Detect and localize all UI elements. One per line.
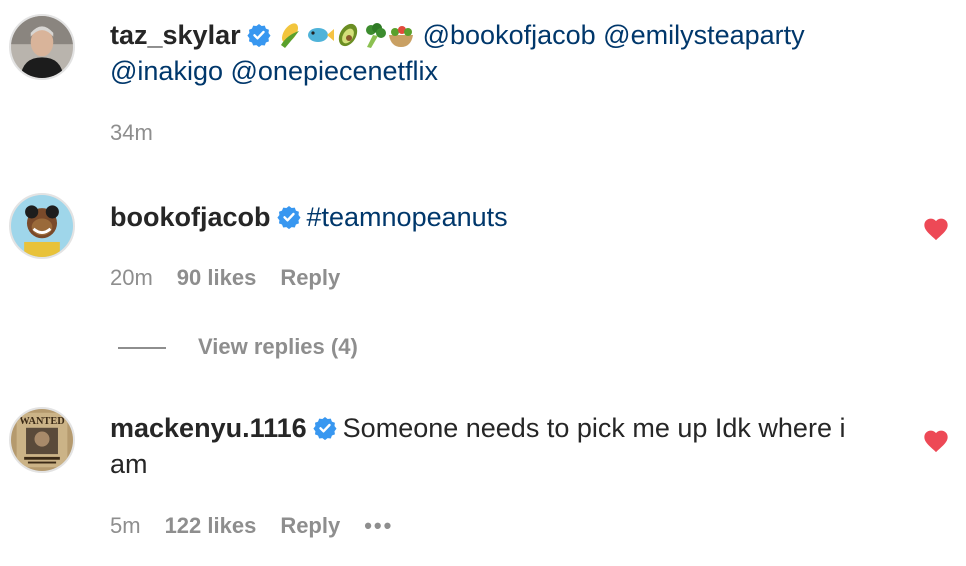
username[interactable]: bookofjacob (110, 202, 271, 232)
avocado-emoji (338, 23, 357, 47)
username[interactable]: mackenyu.1116 (110, 413, 307, 443)
comment-text-continued: am (110, 449, 148, 479)
avatar[interactable] (9, 14, 75, 80)
verified-badge-icon (313, 416, 337, 440)
wanted-text: WANTED (19, 416, 64, 427)
likes-count[interactable]: 122 likes (165, 513, 257, 538)
heart-icon[interactable] (922, 427, 950, 453)
salad-emoji (388, 26, 413, 47)
avatar[interactable]: WANTED (9, 407, 75, 473)
reply-button[interactable]: Reply (280, 513, 340, 538)
mention-link[interactable]: @inakigo (110, 56, 223, 86)
comment-timestamp: 20m (110, 265, 153, 290)
heart-icon[interactable] (922, 215, 950, 241)
hashtag-link[interactable]: #teamnopeanuts (307, 202, 508, 232)
mention-link[interactable]: @bookofjacob (423, 20, 596, 50)
comment-timestamp: 34m (110, 120, 153, 145)
emoji-group (277, 21, 417, 49)
view-replies-button[interactable]: View replies (4) (118, 334, 358, 360)
corn-emoji (280, 23, 299, 48)
fish-emoji (307, 28, 334, 42)
verified-badge-icon (276, 205, 301, 229)
view-replies-label: View replies (4) (198, 334, 358, 359)
reply-button[interactable]: Reply (280, 265, 340, 290)
username[interactable]: taz_skylar (110, 20, 241, 50)
broccoli-emoji (365, 23, 386, 48)
avatar[interactable] (9, 193, 75, 259)
more-options-icon[interactable]: ••• (364, 513, 393, 539)
comment-timestamp: 5m (110, 513, 141, 538)
comment-text: Someone needs to pick me up Idk where i (342, 413, 846, 443)
mention-link[interactable]: @emilysteaparty (603, 20, 804, 50)
mention-link[interactable]: @onepiecenetflix (231, 56, 439, 86)
likes-count[interactable]: 90 likes (177, 265, 257, 290)
divider-line (118, 347, 166, 349)
verified-badge-icon (247, 23, 271, 47)
